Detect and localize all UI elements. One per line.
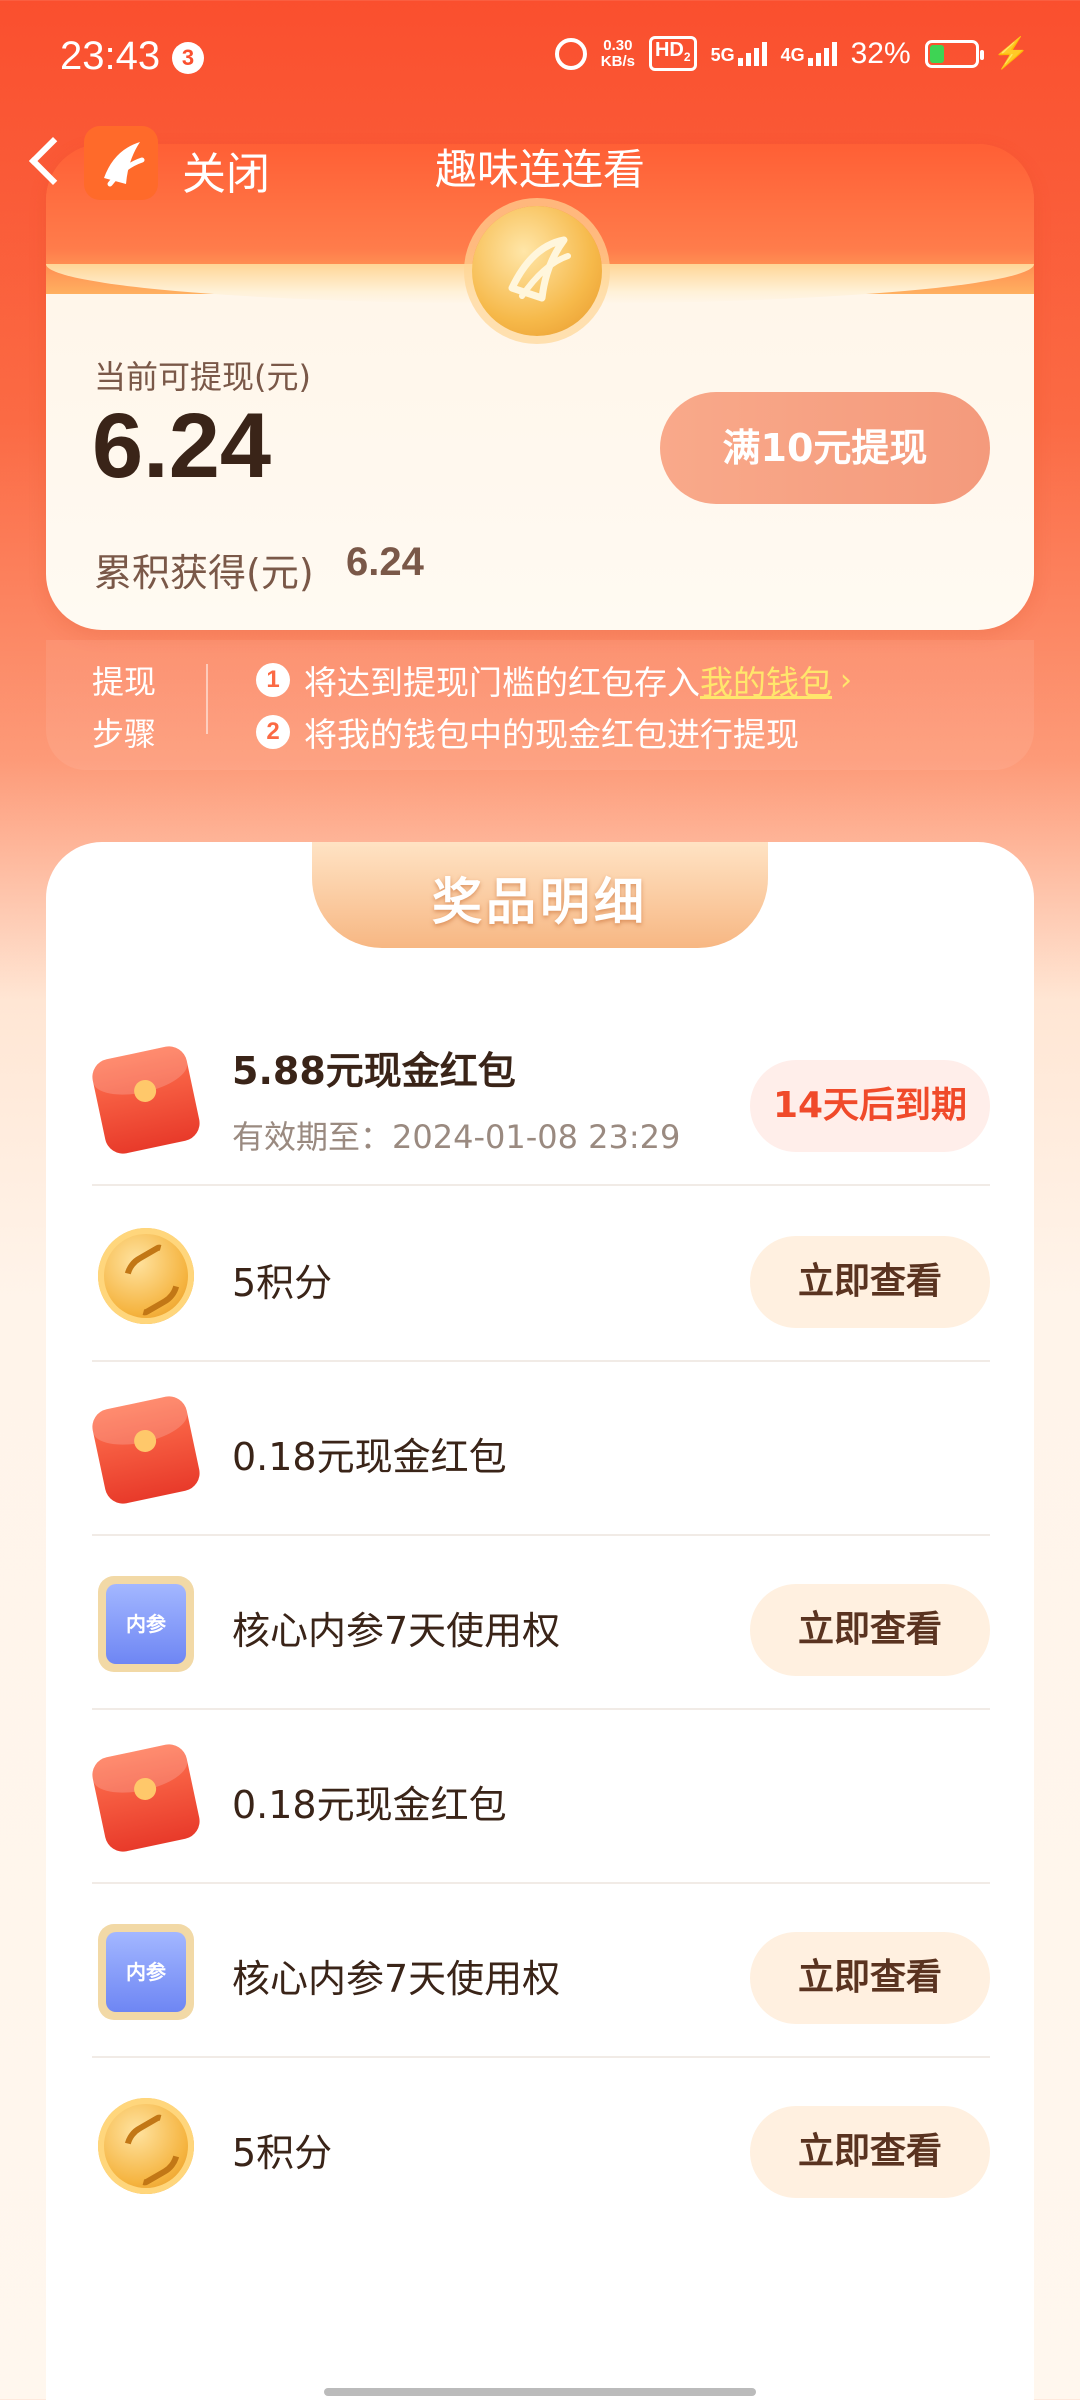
prize-row: 内参 核心内参7天使用权 立即查看 xyxy=(92,1536,990,1710)
red-envelope-icon xyxy=(89,1043,203,1157)
prize-section-title: 奖品明细 xyxy=(432,873,648,931)
prize-row: 5积分 立即查看 xyxy=(92,1188,990,1362)
page-title: 趣味连连看 xyxy=(434,145,645,194)
coin-icon xyxy=(98,2098,194,2194)
steps-label-line1: 提现 xyxy=(92,663,157,701)
prize-expiry: 有效期至：2024-01-08 23:29 xyxy=(232,1118,681,1156)
steps-label-line2: 步骤 xyxy=(92,715,157,753)
signal-4g-icon: 4G xyxy=(780,41,837,66)
prize-row: 5.88元现金红包 有效期至：2024-01-08 23:29 14天后到期 xyxy=(89,1012,990,1186)
withdraw-button[interactable]: 满10元提现 xyxy=(660,392,990,504)
withdrawable-amount: 6.24 xyxy=(92,395,272,497)
step-1: 1 将达到提现门槛的红包存入 我的钱包 › xyxy=(256,656,852,704)
net-speed-unit: KB/s xyxy=(600,52,635,70)
battery-icon xyxy=(924,39,984,68)
my-wallet-link[interactable]: 我的钱包 xyxy=(700,656,832,704)
red-envelope-icon xyxy=(89,1393,203,1507)
bolt-icon: ⚡ xyxy=(992,37,1030,70)
battery-percent: 32% xyxy=(850,36,911,70)
prize-name: 5.88元现金红包 xyxy=(232,1049,516,1093)
prize-name: 核心内参7天使用权 xyxy=(232,1609,561,1653)
view-now-button[interactable]: 立即查看 xyxy=(750,2106,990,2198)
red-envelope-icon xyxy=(89,1741,203,1855)
steps-divider xyxy=(206,664,208,734)
alarm-icon xyxy=(554,37,587,70)
signal-5g-icon: 5G xyxy=(710,41,767,66)
coin-icon xyxy=(98,1228,194,1324)
cumulative-label: 累积获得(元) xyxy=(94,551,314,595)
net-5g-label: 5G xyxy=(710,44,735,65)
prize-name: 核心内参7天使用权 xyxy=(232,1957,561,2001)
view-now-button[interactable]: 立即查看 xyxy=(750,1236,990,1328)
chevron-right-icon[interactable]: › xyxy=(840,663,852,698)
step-2-number: 2 xyxy=(256,715,290,749)
step-2: 2 将我的钱包中的现金红包进行提现 xyxy=(256,708,799,756)
step-1-number: 1 xyxy=(256,663,290,697)
view-now-button[interactable]: 立即查看 xyxy=(750,1932,990,2024)
book-icon-label: 内参 xyxy=(106,1584,186,1664)
battery-fill xyxy=(929,44,944,63)
expiry-badge: 14天后到期 xyxy=(750,1060,990,1152)
notification-count-badge: 3 xyxy=(172,42,204,74)
steps-label: 提现 步骤 xyxy=(92,656,172,760)
status-bar: 23:43 3 0.30 KB/s HD2 5G 4G 32% ⚡ xyxy=(0,0,1080,120)
prize-row: 0.18元现金红包 xyxy=(89,1710,990,1884)
prize-name: 0.18元现金红包 xyxy=(232,1435,507,1479)
step-1-text: 将达到提现门槛的红包存入 xyxy=(304,663,700,702)
status-icons: 0.30 KB/s HD2 5G 4G 32% ⚡ xyxy=(554,36,1030,71)
status-time: 23:43 xyxy=(60,34,161,78)
step-2-text: 将我的钱包中的现金红包进行提现 xyxy=(304,715,799,754)
book-icon: 内参 xyxy=(98,1924,194,2020)
book-icon-label: 内参 xyxy=(106,1932,186,2012)
book-icon: 内参 xyxy=(98,1576,194,1672)
hd-icon: HD2 xyxy=(648,36,697,71)
prize-row: 内参 核心内参7天使用权 立即查看 xyxy=(92,1884,990,2058)
net-4g-label: 4G xyxy=(780,44,805,65)
prize-name: 0.18元现金红包 xyxy=(232,1783,507,1827)
prize-name: 5积分 xyxy=(232,2131,333,2175)
home-indicator[interactable] xyxy=(324,2388,756,2396)
withdrawable-label: 当前可提现(元) xyxy=(94,358,311,396)
prize-name: 5积分 xyxy=(232,1261,333,1305)
prize-row: 0.18元现金红包 xyxy=(89,1362,990,1536)
cumulative-value: 6.24 xyxy=(346,540,424,584)
net-speed-value: 0.30 xyxy=(603,36,633,54)
view-now-button[interactable]: 立即查看 xyxy=(750,1584,990,1676)
hd-label: HD xyxy=(654,39,684,61)
coin-emblem-icon xyxy=(472,206,602,336)
net-speed: 0.30 KB/s xyxy=(600,36,635,70)
hd-sub: 2 xyxy=(683,50,691,64)
prize-row: 5积分 立即查看 xyxy=(92,2058,990,2232)
